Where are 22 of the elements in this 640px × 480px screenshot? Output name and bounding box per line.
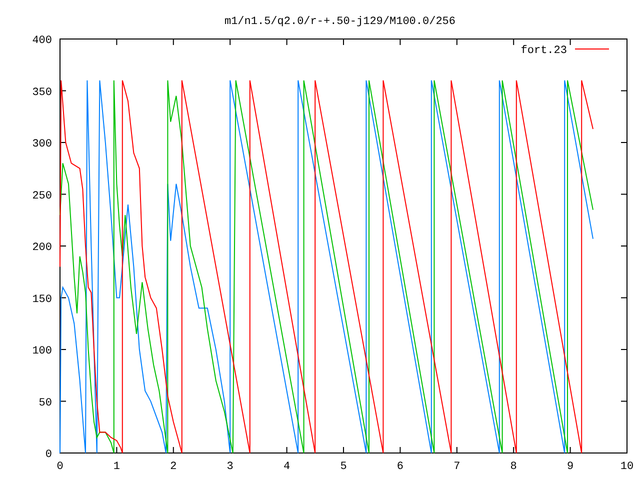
x-tick-label: 5: [340, 461, 347, 473]
y-tick-label: 250: [32, 190, 52, 202]
x-tick-label: 8: [510, 461, 517, 473]
x-tick-label: 0: [56, 461, 64, 473]
y-tick-label: 100: [32, 346, 52, 358]
x-tick-label: 1: [113, 461, 120, 473]
y-tick-label: 150: [32, 294, 52, 306]
x-tick-label: 6: [396, 461, 404, 473]
y-tick-label: 300: [32, 138, 52, 150]
x-tick-label: 3: [226, 461, 234, 473]
x-tick-label: 9: [567, 461, 574, 473]
chart-title: m1/n1.5/q2.0/r-+.50-j129/M100.0/256: [224, 16, 456, 28]
legend-label: fort.23: [520, 45, 567, 57]
y-tick-label: 0: [45, 449, 52, 461]
x-tick-label: 2: [170, 461, 177, 473]
x-tick-label: 4: [284, 461, 290, 473]
x-tick-label: 10: [620, 461, 634, 473]
y-tick-label: 50: [38, 397, 52, 410]
y-tick-label: 200: [32, 242, 52, 254]
y-tick-label: 350: [32, 86, 52, 99]
x-tick-label: 7: [454, 461, 460, 473]
y-tick-label: 400: [32, 35, 52, 47]
